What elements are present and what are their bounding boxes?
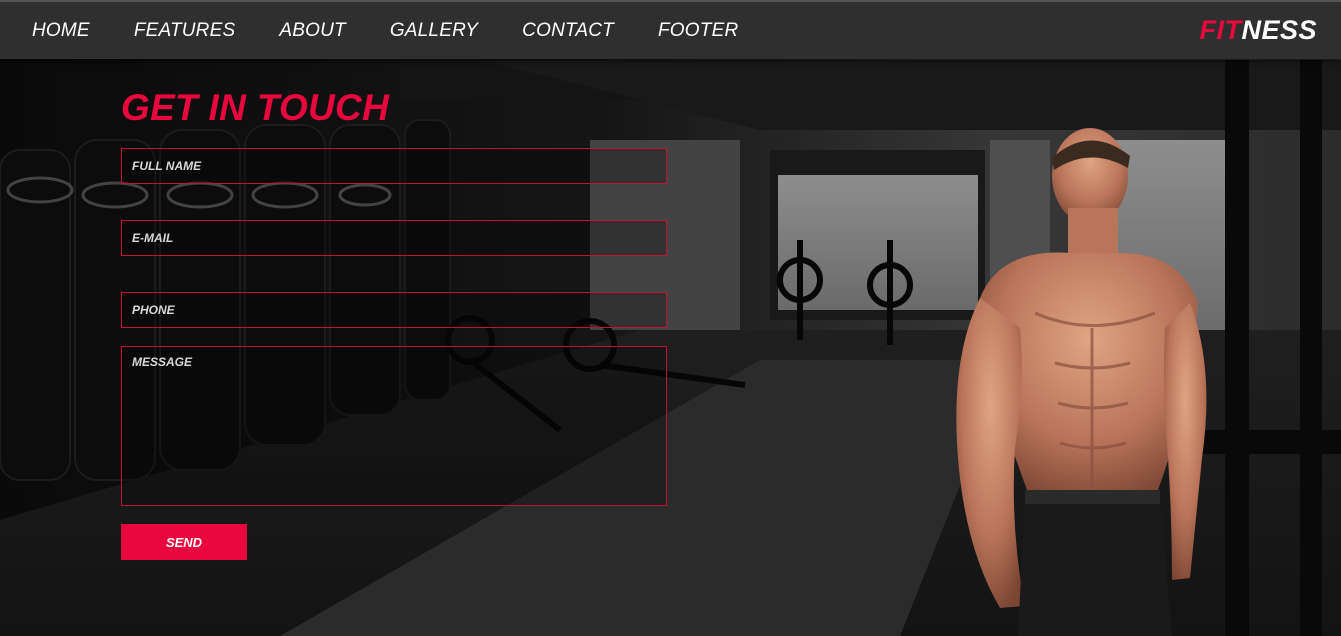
nav-link-home[interactable]: HOME [32, 20, 90, 42]
full-name-input[interactable] [121, 148, 667, 184]
nav-link-about[interactable]: ABOUT [279, 20, 345, 42]
phone-input[interactable] [121, 292, 667, 328]
nav-link-contact[interactable]: CONTACT [522, 20, 614, 42]
nav-link-gallery[interactable]: GALLERY [390, 20, 478, 42]
athlete-image [956, 128, 1207, 636]
nav-link-footer[interactable]: FOOTER [658, 20, 738, 42]
contact-form-section: GET IN TOUCH SEND [121, 86, 667, 560]
brand-logo-fit: FIT [1199, 15, 1242, 45]
nav-link-features[interactable]: FEATURES [134, 20, 236, 42]
page: HOME FEATURES ABOUT GALLERY CONTACT FOOT… [0, 0, 1341, 636]
top-navbar: HOME FEATURES ABOUT GALLERY CONTACT FOOT… [0, 0, 1341, 59]
send-button[interactable]: SEND [121, 524, 247, 560]
brand-logo[interactable]: FIT NESS [1199, 2, 1317, 59]
message-textarea[interactable] [121, 346, 667, 506]
nav-links: HOME FEATURES ABOUT GALLERY CONTACT FOOT… [32, 2, 782, 59]
contact-title: GET IN TOUCH [121, 87, 390, 128]
email-input[interactable] [121, 220, 667, 256]
brand-logo-ness: NESS [1241, 15, 1317, 45]
